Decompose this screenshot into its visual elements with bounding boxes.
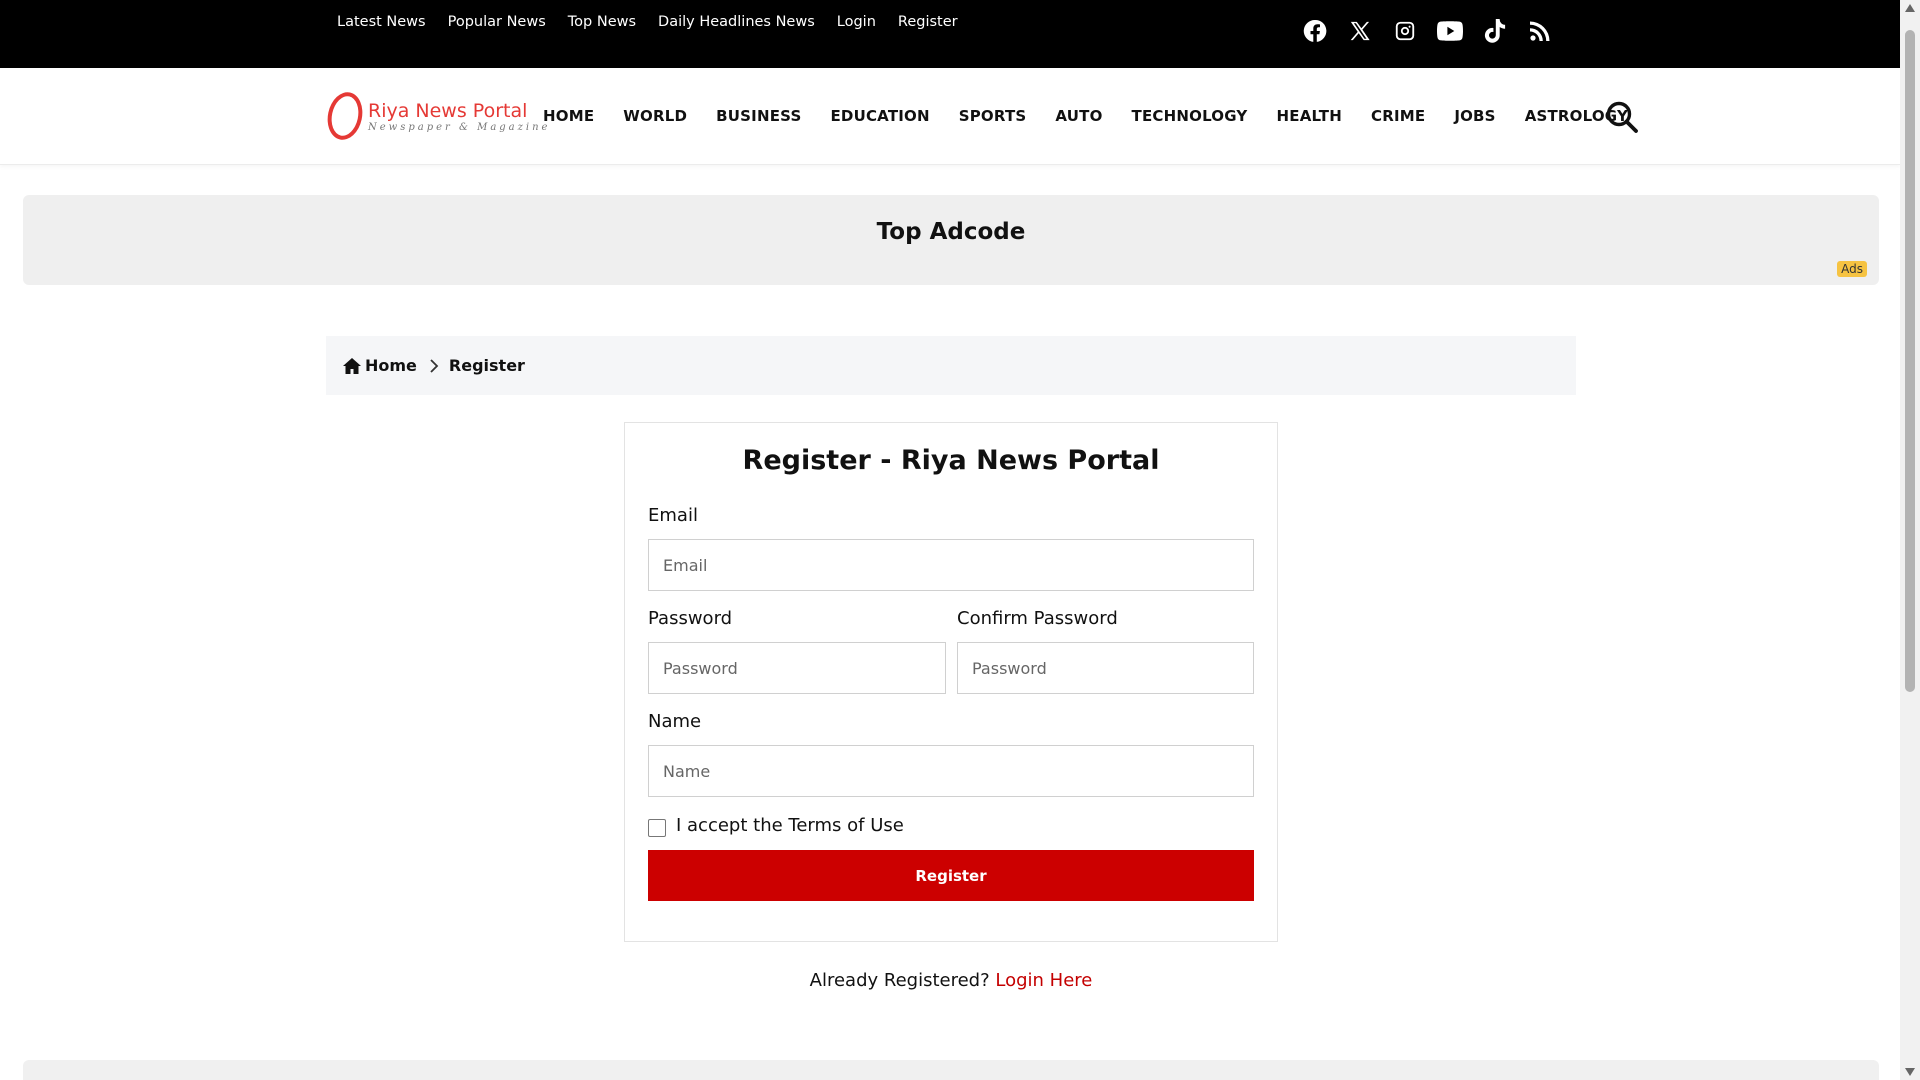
- logo-title: Riya News Portal: [368, 99, 528, 122]
- nav-auto[interactable]: AUTO: [1055, 107, 1102, 125]
- confirm-password-field[interactable]: [957, 642, 1254, 694]
- top-links: Latest News Popular News Top News Daily …: [337, 14, 958, 30]
- top-link-register[interactable]: Register: [898, 14, 958, 30]
- top-link-login[interactable]: Login: [837, 14, 876, 30]
- name-field[interactable]: [648, 745, 1254, 797]
- nav-health[interactable]: HEALTH: [1277, 107, 1342, 125]
- site-logo[interactable]: Riya News Portal Newspaper & Magazine: [323, 88, 550, 144]
- top-bar: Latest News Popular News Top News Daily …: [0, 0, 1900, 68]
- page-scrollbar[interactable]: [1900, 0, 1920, 1080]
- logo-subtitle: Newspaper & Magazine: [368, 121, 551, 133]
- nav-crime[interactable]: CRIME: [1371, 107, 1425, 125]
- scroll-up-arrow-icon[interactable]: [1905, 4, 1915, 12]
- x-icon[interactable]: [1347, 17, 1373, 45]
- breadcrumb-home[interactable]: Home: [343, 356, 417, 375]
- terms-label[interactable]: I accept the Terms of Use: [676, 815, 904, 836]
- youtube-icon[interactable]: [1437, 17, 1463, 45]
- terms-checkbox[interactable]: [648, 819, 666, 837]
- site-header: Riya News Portal Newspaper & Magazine HO…: [0, 68, 1900, 165]
- register-title: Register - Riya News Portal: [742, 445, 1160, 476]
- home-icon: [343, 357, 361, 374]
- nav-technology[interactable]: TECHNOLOGY: [1132, 107, 1248, 125]
- top-link-latest-news[interactable]: Latest News: [337, 14, 426, 30]
- logo-ring-icon: [323, 88, 367, 144]
- top-link-daily-headlines[interactable]: Daily Headlines News: [658, 14, 815, 30]
- scrollbar-thumb[interactable]: [1905, 30, 1915, 692]
- breadcrumb-current: Register: [448, 356, 525, 375]
- nav-business[interactable]: BUSINESS: [716, 107, 801, 125]
- login-here-link[interactable]: Login Here: [995, 970, 1092, 991]
- search-icon[interactable]: [1605, 100, 1639, 134]
- scroll-down-arrow-icon[interactable]: [1905, 1068, 1915, 1076]
- nav-education[interactable]: EDUCATION: [830, 107, 929, 125]
- top-link-popular-news[interactable]: Popular News: [448, 14, 546, 30]
- top-link-top-news[interactable]: Top News: [568, 14, 636, 30]
- login-prompt: Already Registered? Login Here: [624, 970, 1278, 991]
- password-label: Password: [648, 608, 733, 629]
- email-field[interactable]: [648, 539, 1254, 591]
- nav-sports[interactable]: SPORTS: [959, 107, 1027, 125]
- login-prompt-text: Already Registered?: [809, 970, 990, 991]
- name-label: Name: [648, 711, 702, 732]
- ad-title: Top Adcode: [876, 219, 1026, 245]
- instagram-icon[interactable]: [1392, 17, 1418, 45]
- breadcrumb: Home Register: [326, 336, 1576, 395]
- password-field[interactable]: [648, 642, 946, 694]
- confirm-password-label: Confirm Password: [957, 608, 1118, 629]
- ads-badge: Ads: [1837, 261, 1867, 277]
- social-links: [1302, 17, 1553, 45]
- nav-world[interactable]: WORLD: [623, 107, 687, 125]
- nav-home[interactable]: HOME: [543, 107, 594, 125]
- register-button[interactable]: Register: [648, 850, 1254, 901]
- tiktok-icon[interactable]: [1482, 17, 1508, 45]
- logo-text: Riya News Portal Newspaper & Magazine: [368, 100, 550, 133]
- nav-jobs[interactable]: JOBS: [1454, 107, 1495, 125]
- breadcrumb-home-label: Home: [365, 356, 417, 375]
- top-ad-banner: Top Adcode Ads: [23, 195, 1879, 285]
- register-card: Register - Riya News Portal Email Passwo…: [624, 422, 1278, 942]
- footer-strip: [23, 1060, 1879, 1080]
- chevron-right-icon: [430, 358, 439, 373]
- rss-icon[interactable]: [1527, 17, 1553, 45]
- facebook-icon[interactable]: [1302, 17, 1328, 45]
- main-nav: HOME WORLD BUSINESS EDUCATION SPORTS AUT…: [543, 107, 1628, 125]
- email-label: Email: [648, 505, 698, 526]
